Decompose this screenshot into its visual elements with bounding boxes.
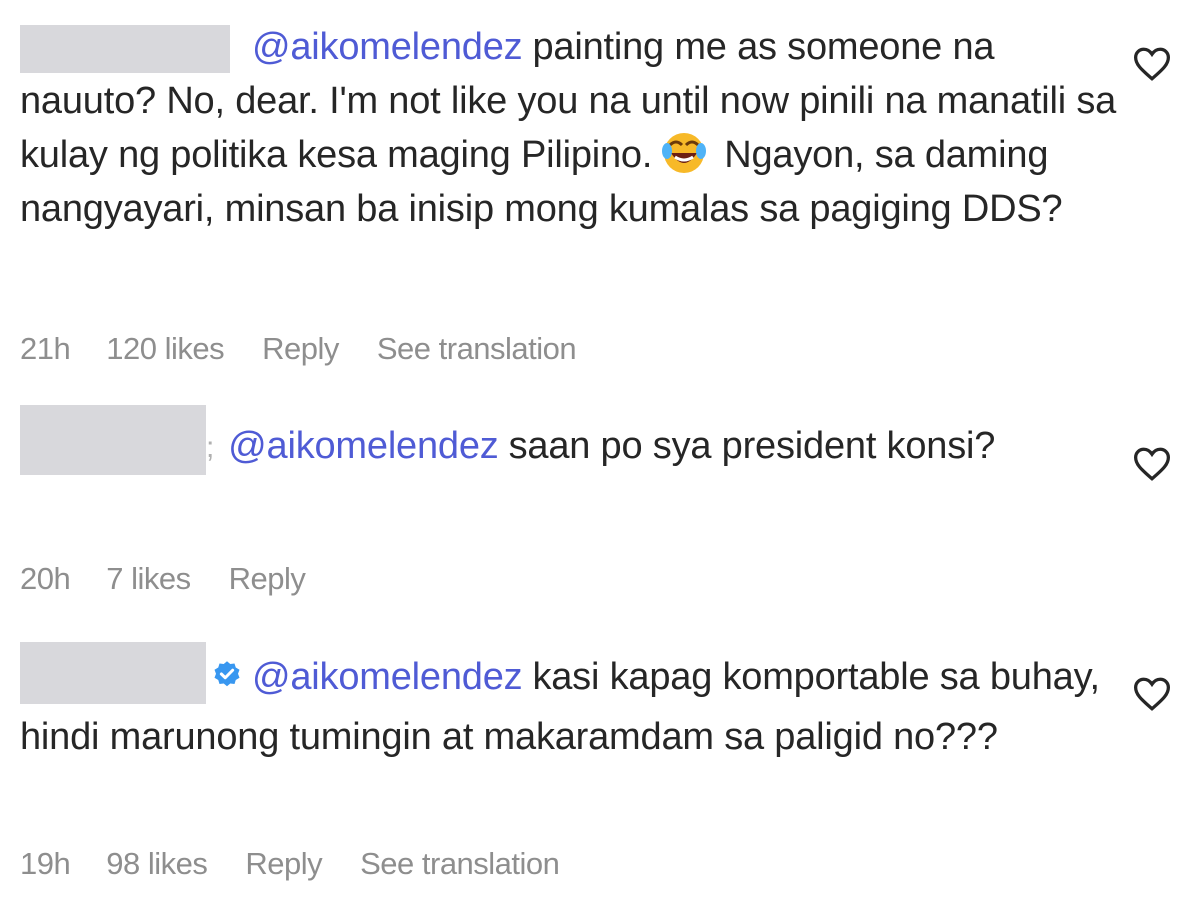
comment-text: ; @aikomelendez saan po sya president kons… <box>20 405 1120 483</box>
mention-link[interactable]: @aikomelendez <box>252 26 523 68</box>
username-fragment: ; <box>206 431 215 464</box>
comment-text: @aikomelendez painting me as someone na n… <box>20 20 1120 236</box>
redacted-username <box>20 642 206 704</box>
comment-likes[interactable]: 7 likes <box>106 561 191 597</box>
comment-timestamp[interactable]: 19h <box>20 846 71 882</box>
face-with-tears-of-joy-emoji <box>662 132 707 173</box>
comment-item: ; @aikomelendez saan po sya president kons… <box>20 405 1120 483</box>
comment-meta: 21h 120 likes Reply See translation <box>20 331 614 367</box>
heart-outline-icon[interactable] <box>1132 46 1172 82</box>
verified-badge-icon <box>214 661 240 687</box>
redacted-username <box>20 24 230 73</box>
heart-outline-icon[interactable] <box>1132 676 1172 712</box>
comment-item: @aikomelendez painting me as someone na n… <box>20 20 1120 236</box>
mention-link[interactable]: @aikomelendez <box>228 425 499 467</box>
reply-button[interactable]: Reply <box>245 846 322 882</box>
comment-item: @aikomelendez kasi kapag komportable sa b… <box>20 642 1120 764</box>
comment-timestamp[interactable]: 21h <box>20 331 71 367</box>
comment-meta: 19h 98 likes Reply See translation <box>20 846 597 882</box>
redacted-username <box>20 405 206 475</box>
see-translation-button[interactable]: See translation <box>377 331 577 367</box>
reply-button[interactable]: Reply <box>262 331 339 367</box>
reply-button[interactable]: Reply <box>229 561 306 597</box>
comment-likes[interactable]: 120 likes <box>106 331 224 367</box>
heart-outline-icon[interactable] <box>1132 446 1172 482</box>
comment-text: @aikomelendez kasi kapag komportable sa b… <box>20 642 1120 764</box>
comment-timestamp[interactable]: 20h <box>20 561 71 597</box>
mention-link[interactable]: @aikomelendez <box>252 656 523 698</box>
see-translation-button[interactable]: See translation <box>360 846 560 882</box>
comment-body: saan po sya president konsi? <box>508 425 996 468</box>
comment-likes[interactable]: 98 likes <box>106 846 208 882</box>
comment-meta: 20h 7 likes Reply <box>20 561 343 597</box>
